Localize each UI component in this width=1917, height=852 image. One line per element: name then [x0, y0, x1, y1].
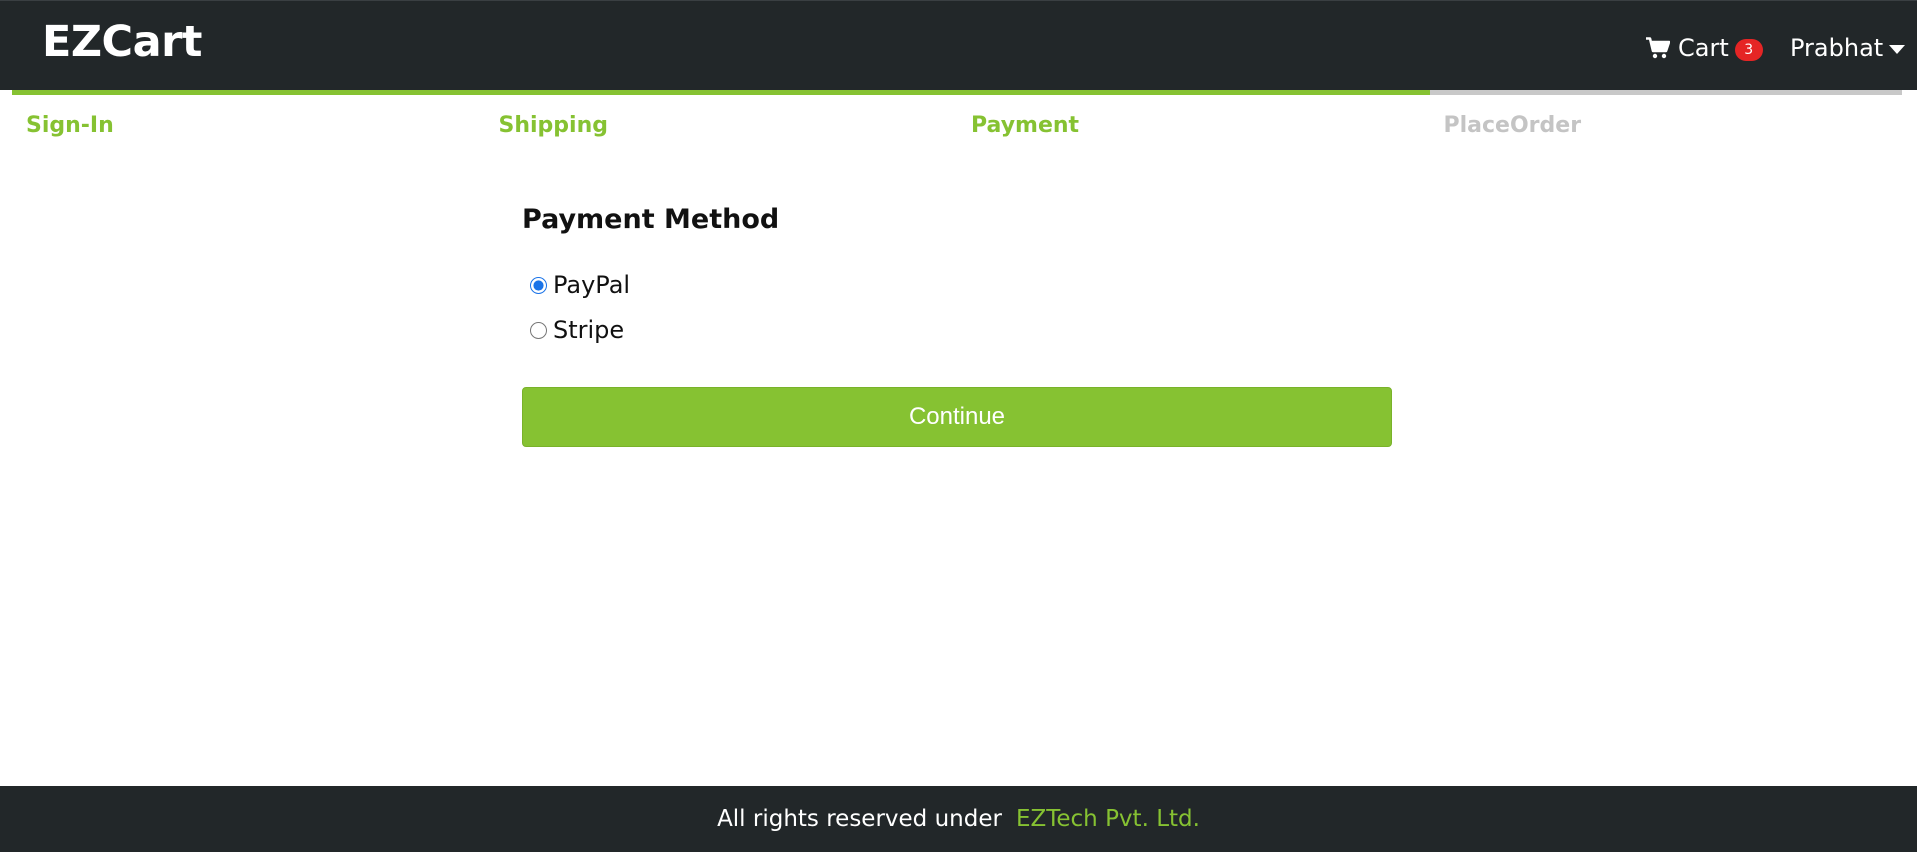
page-title: Payment Method: [522, 204, 780, 235]
cart-label: Cart: [1678, 34, 1729, 62]
step-sign-in: Sign-In: [12, 90, 485, 150]
step-payment: Payment: [957, 90, 1430, 150]
paypal-radio[interactable]: [530, 276, 547, 294]
step-place-order: PlaceOrder: [1429, 90, 1902, 150]
stripe-label: Stripe: [553, 316, 625, 344]
footer-text: All rights reserved under: [717, 806, 1002, 832]
cart-link[interactable]: Cart 3: [1646, 31, 1763, 65]
top-navbar: EZCart Cart 3 Prabhat: [0, 0, 1917, 90]
caret-down-icon: [1889, 44, 1906, 54]
payment-option-stripe[interactable]: Stripe: [522, 312, 1392, 348]
page-footer: All rights reserved under EZTech Pvt. Lt…: [0, 786, 1917, 852]
brand-logo[interactable]: EZCart: [42, 18, 202, 66]
cart-count-badge: 3: [1734, 39, 1763, 61]
payment-form: Payment Method PayPal Stripe Continue: [522, 195, 1392, 447]
user-menu-dropdown[interactable]: Prabhat: [1790, 31, 1906, 65]
step-shipping: Shipping: [484, 90, 957, 150]
stripe-radio[interactable]: [530, 321, 547, 339]
user-name: Prabhat: [1790, 34, 1884, 62]
paypal-label: PayPal: [553, 271, 631, 299]
footer-company-link[interactable]: EZTech Pvt. Ltd.: [1016, 806, 1200, 832]
checkout-steps: Sign-In Shipping Payment PlaceOrder: [12, 90, 1902, 150]
continue-button[interactable]: Continue: [522, 387, 1392, 447]
payment-option-paypal[interactable]: PayPal: [522, 267, 1392, 303]
shopping-cart-icon: [1646, 37, 1671, 59]
